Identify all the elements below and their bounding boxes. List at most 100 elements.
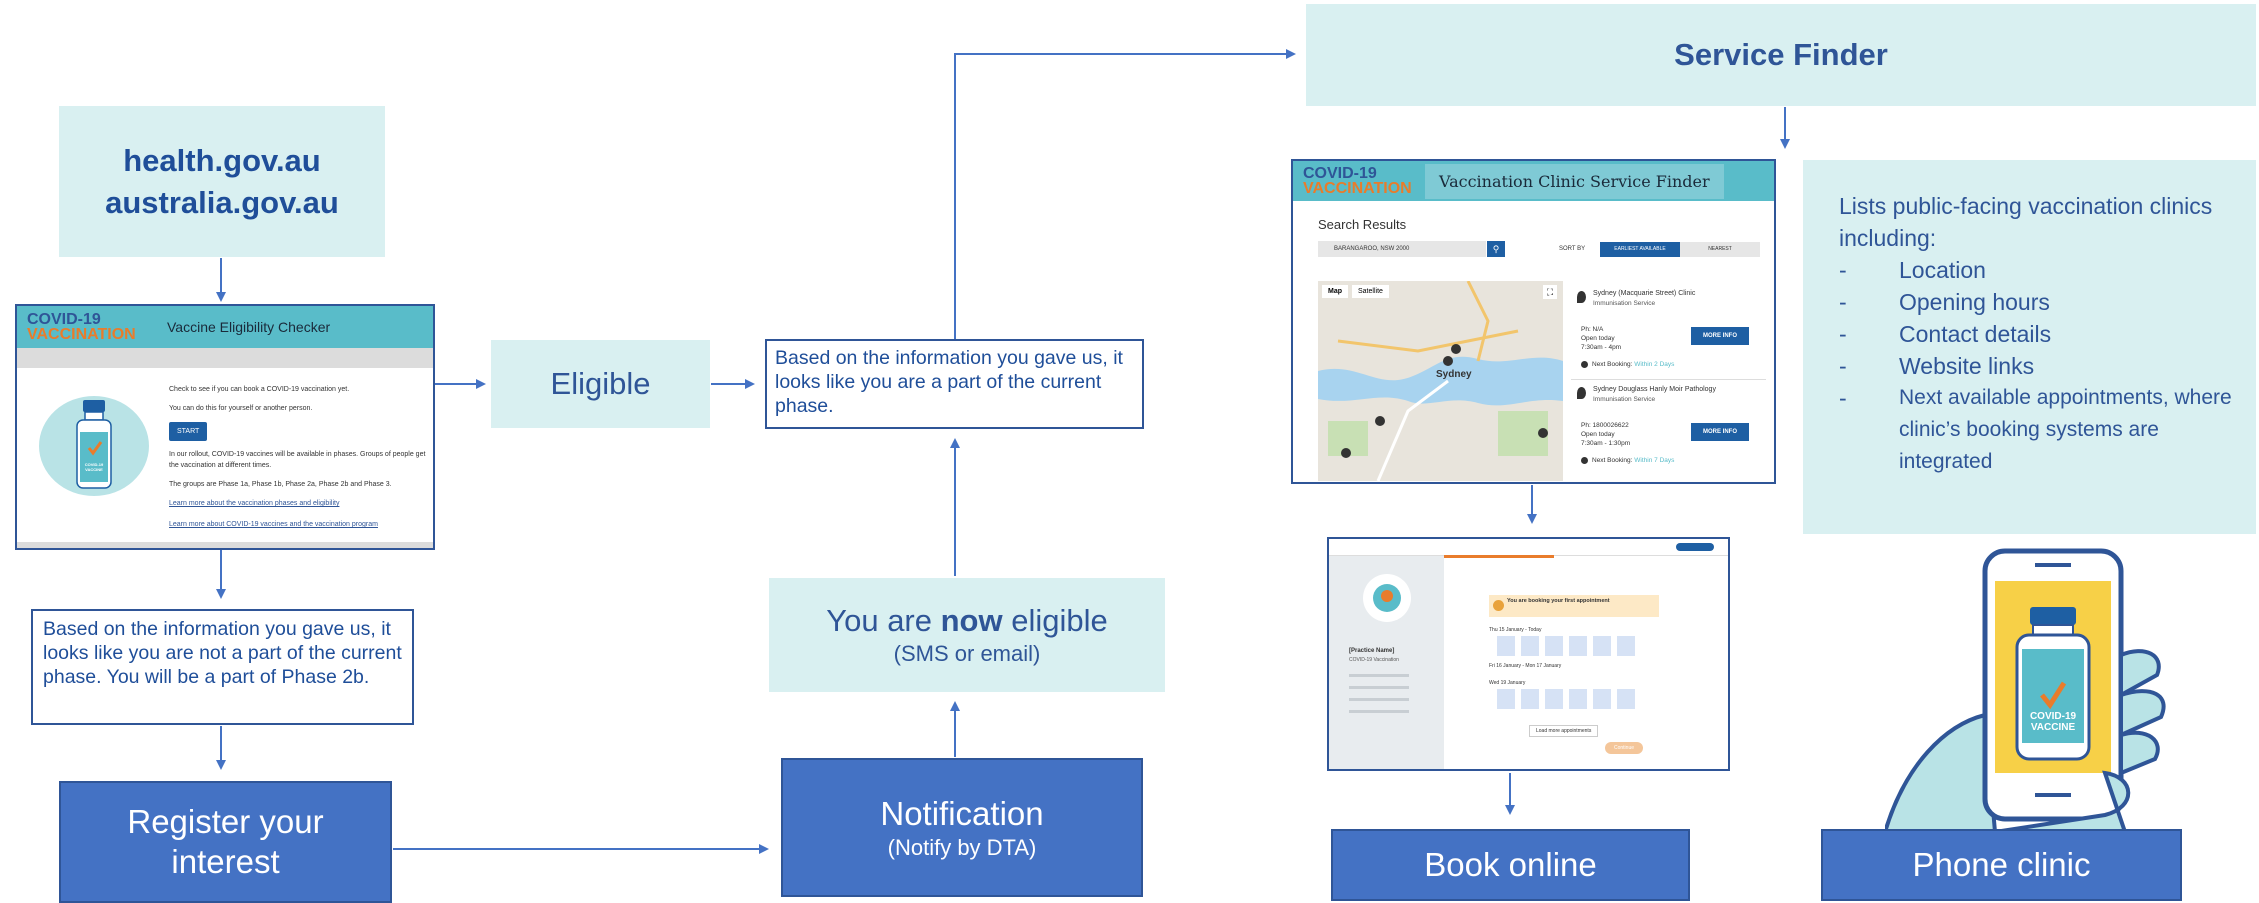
day-label-1: Thu 15 January - Today [1489,627,1542,633]
clinic-finder-title: Vaccination Clinic Service Finder [1425,163,1724,199]
next-booking: Next Booking: Within 7 Days [1592,457,1675,464]
sort-by-label: SORT BY [1559,246,1586,252]
info-list-item: - Opening hours [1839,286,2236,318]
eligible-box: Eligible [491,340,710,428]
info-list-heading: Lists public-facing vaccination clinics … [1839,193,2213,251]
next-booking: Next Booking: Within 2 Days [1592,361,1675,368]
clock-icon [1581,457,1588,464]
time-slots-2[interactable] [1497,689,1637,709]
clinic-results-list: Sydney (Macquarie Street) Clinic Immunis… [1571,281,1766,481]
notification-box: Notification (Notify by DTA) [781,758,1143,897]
covid-vaccination-logo: COVID-19 VACCINATION [27,311,136,343]
register-line-1: Register your [127,803,324,840]
map-pin-icon [1577,387,1586,399]
checker-intro-2: You can do this for yourself or another … [169,405,313,412]
book-online-label: Book online [1424,846,1597,883]
now-eligible-heading: You are now eligible [826,603,1108,638]
search-results-heading: Search Results [1318,217,1407,232]
day-label-3: Wed 19 January [1489,680,1526,686]
phone-hand-icon [1882,548,2166,834]
map-tab-satellite[interactable]: Satellite [1352,285,1389,298]
booking-screenshot: [Practice Name] COVID-19 Vaccination You… [1327,537,1730,771]
now-eligible-box: You are now eligible (SMS or email) [769,578,1165,692]
booking-sidebar: [Practice Name] COVID-19 Vaccination [1329,556,1444,769]
login-button[interactable] [1676,543,1714,551]
service-finder-box: Service Finder [1306,4,2256,106]
clinic-hours: 7:30am - 4pm [1581,344,1622,351]
info-list-item-text: Contact details [1899,321,2052,347]
list-bullet: - [1839,321,1847,347]
info-list-item-text: Website links [1899,353,2035,379]
phone-in-hand-illustration: COVID-19 VACCINE [1882,545,2195,834]
register-interest-box: Register your interest [59,781,392,903]
clinic-map[interactable]: Map Satellite Sydney ⛶ [1318,281,1563,481]
map-city-label: Sydney [1436,369,1472,380]
clinic-finder-screenshot: COVID-19 VACCINATION Vaccination Clinic S… [1291,159,1776,484]
site-australia-gov-au: australia.gov.au [105,184,339,220]
not-eligible-message-box: Based on the information you gave us, it… [31,609,414,725]
checker-rollout-text: In our rollout, COVID-19 vaccines will b… [169,451,426,469]
first-appointment-notice: You are booking your first appointment [1489,595,1659,617]
info-list-item: - Location [1839,254,2236,286]
clinic-phone: Ph: 1800026622 [1581,422,1629,429]
list-bullet: - [1839,257,1847,283]
eligibility-checker-header: COVID-19 VACCINATION Vaccine Eligibility … [17,306,433,348]
clinic-finder-header: COVID-19 VACCINATION Vaccination Clinic S… [1293,161,1774,201]
continue-button[interactable]: Continue [1605,742,1643,754]
practice-avatar [1363,574,1411,622]
phone-vial-label: COVID-19 VACCINE [2029,711,2077,733]
clinic-type: Immunisation Service [1593,396,1656,403]
vaccine-vial-icon: COVID-19 VACCINE [39,396,149,496]
book-online-box: Book online [1331,829,1690,901]
more-info-button[interactable]: MORE INFO [1691,327,1749,345]
now-eligible-subtitle: (SMS or email) [893,641,1041,666]
clinic-status: Open today [1581,335,1615,342]
clinic-status: Open today [1581,431,1615,438]
clinic-hours: 7:30am - 1:30pm [1581,440,1631,447]
clinic-type: Immunisation Service [1593,300,1656,307]
info-list-item-text: Next available appointments, where clini… [1899,386,2232,473]
sort-earliest-button[interactable]: EARLIEST AVAILABLE [1600,242,1680,257]
not-eligible-message: Based on the information you gave us, it… [43,618,402,688]
eligibility-checker-title: Vaccine Eligibility Checker [167,319,331,335]
load-more-link[interactable]: Load more appointments [1529,725,1599,737]
government-sites-box: health.gov.au australia.gov.au [59,106,385,257]
checker-intro: Check to see if you can book a COVID-19 … [169,386,350,393]
search-icon[interactable]: ⚲ [1487,241,1505,257]
location-search-input[interactable]: BARANGAROO, NSW 2000 [1318,241,1486,257]
clinic-name: Sydney Douglass Hanly Moir Pathology [1593,386,1716,393]
info-list-item-text: Opening hours [1899,289,2050,315]
notification-subtitle: (Notify by DTA) [887,834,1037,860]
map-pin-icon [1577,291,1586,303]
checker-phases-text: The groups are Phase 1a, Phase 1b, Phase… [169,481,392,488]
start-button[interactable]: START [169,422,208,441]
vial-label: COVID-19 VACCINE [84,462,104,472]
info-list-item-text: Location [1899,257,1986,283]
current-phase-message-box: Based on the information you gave us, it… [765,339,1144,429]
eligible-label: Eligible [550,366,651,401]
info-list-item: - Contact details [1839,318,2236,350]
clinic-phone: Ph: N/A [1581,326,1604,333]
clinic-result-2[interactable]: Sydney Douglass Hanly Moir Pathology Imm… [1571,381,1766,479]
site-health-gov-au: health.gov.au [123,142,321,178]
day-label-2: Fri 16 January - Mon 17 January [1489,663,1562,669]
practice-name: [Practice Name] [1349,648,1395,654]
time-slots-1[interactable] [1497,636,1637,656]
clinic-name: Sydney (Macquarie Street) Clinic [1593,290,1696,297]
map-tab-map[interactable]: Map [1322,285,1348,298]
clinic-result-1[interactable]: Sydney (Macquarie Street) Clinic Immunis… [1571,281,1766,380]
current-phase-message: Based on the information you gave us, it… [775,347,1123,417]
map-graphic [1318,281,1563,481]
fullscreen-icon[interactable]: ⛶ [1543,285,1557,299]
clinic-finder-logo: COVID-19 VACCINATION [1303,165,1412,197]
sort-nearest-button[interactable]: NEAREST [1680,242,1760,257]
info-list-items: - Location - Opening hours - Contact details -… [1839,254,2236,478]
list-bullet: - [1839,385,1847,411]
more-info-button[interactable]: MORE INFO [1691,423,1749,441]
eligibility-checker-screenshot: COVID-19 VACCINATION Vaccine Eligibility … [15,304,435,550]
phone-clinic-label: Phone clinic [1912,846,2091,883]
clinic-info-list-box: Lists public-facing vaccination clinics … [1803,160,2256,534]
vaccines-program-link[interactable]: Learn more about COVID-19 vaccines and t… [169,519,431,530]
notification-title: Notification [880,794,1044,832]
phases-link[interactable]: Learn more about the vaccination phases … [169,498,431,509]
